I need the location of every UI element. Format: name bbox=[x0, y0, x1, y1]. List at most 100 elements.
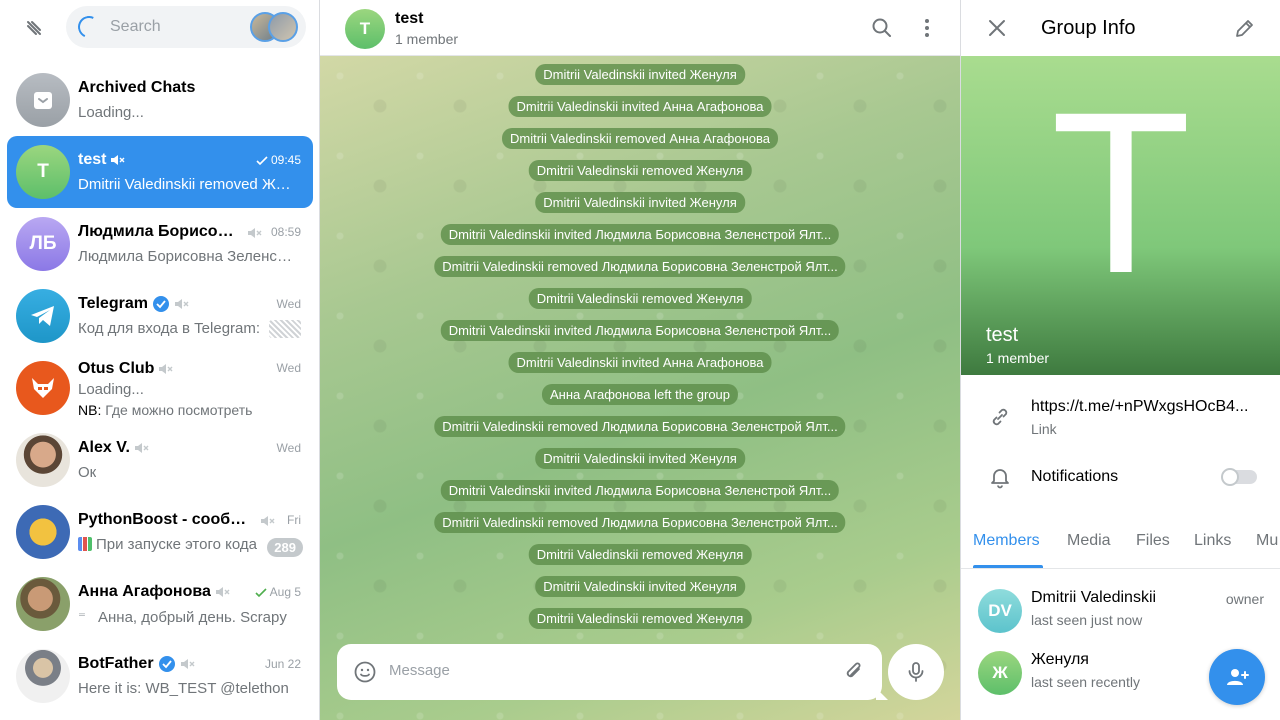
search-placeholder: Search bbox=[110, 18, 161, 35]
chart-emoji-icon bbox=[78, 537, 92, 551]
chat-item-otus-club[interactable]: Otus Club Wed Loading... NB: Где можно п… bbox=[7, 352, 313, 424]
chat-preview: ⁼ Анна, добрый день. Scrapy bbox=[78, 608, 287, 626]
avatar bbox=[16, 433, 70, 487]
service-message: Dmitrii Valedinskii invited Женуля bbox=[535, 192, 745, 213]
member-row[interactable]: DV Dmitrii Valedinskii last seen just no… bbox=[961, 583, 1280, 643]
chat-item-botfather[interactable]: BotFather Jun 22 Here it is: WB_TEST @te… bbox=[7, 640, 313, 712]
spoiler-blur bbox=[269, 320, 301, 338]
member-status: last seen just now bbox=[1031, 612, 1143, 628]
file-emoji-icon: ⁼ bbox=[78, 609, 86, 626]
search-icon[interactable] bbox=[870, 16, 894, 40]
group-avatar-hero[interactable]: T test 1 member bbox=[961, 56, 1280, 375]
service-message: Dmitrii Valedinskii removed Женуля bbox=[528, 160, 752, 181]
service-message: Dmitrii Valedinskii removed Людмила Бори… bbox=[434, 416, 846, 437]
service-message: Dmitrii Valedinskii removed Женуля bbox=[528, 544, 752, 565]
chat-item-archived[interactable]: Archived Chats Loading... bbox=[7, 64, 313, 136]
mute-icon bbox=[248, 228, 262, 238]
mute-icon bbox=[174, 299, 189, 309]
notifications-toggle[interactable] bbox=[1221, 468, 1257, 486]
verified-icon bbox=[158, 656, 175, 672]
chat-preview: Людмила Борисовна Зеленстрой Ялтинская bbox=[78, 248, 296, 265]
preview-text: Где можно посмотреть bbox=[101, 402, 253, 418]
chat-time: Wed bbox=[276, 297, 301, 311]
member-name: Женуля bbox=[1031, 651, 1089, 668]
chat-title-text: Otus Club bbox=[78, 360, 155, 377]
service-message: Dmitrii Valedinskii removed Людмила Бори… bbox=[434, 512, 846, 533]
group-link[interactable]: https://t.me/+nPWxgsHOcB4... bbox=[1031, 398, 1248, 416]
avatar bbox=[268, 12, 298, 42]
message-input[interactable]: Message bbox=[389, 662, 450, 679]
group-link-row[interactable]: https://t.me/+nPWxgsHOcB4... Link bbox=[961, 389, 1280, 445]
more-icon[interactable] bbox=[915, 16, 939, 40]
chat-title: test bbox=[78, 151, 126, 169]
avatar-initials: DV bbox=[988, 601, 1012, 620]
service-message: Dmitrii Valedinskii invited Людмила Бори… bbox=[440, 320, 840, 341]
chat-time: Wed bbox=[276, 361, 301, 375]
search-input[interactable]: Search bbox=[66, 6, 306, 48]
group-info-panel: Group Info T test 1 member https://t.me/… bbox=[960, 0, 1280, 720]
avatar bbox=[16, 361, 70, 415]
avatar[interactable]: T bbox=[345, 9, 385, 49]
service-message: Dmitrii Valedinskii invited Женуля bbox=[535, 576, 745, 597]
service-message: Dmitrii Valedinskii removed Женуля bbox=[528, 608, 752, 629]
chat-title: BotFather bbox=[78, 655, 196, 673]
mute-icon bbox=[180, 659, 195, 669]
tab-music[interactable]: Mu bbox=[1256, 532, 1278, 550]
member-status: last seen recently bbox=[1031, 674, 1140, 690]
tab-links[interactable]: Links bbox=[1194, 532, 1231, 550]
chat-item-anna[interactable]: Анна Агафонова Aug 5 ⁼ Анна, добрый день.… bbox=[7, 568, 313, 640]
tab-members[interactable]: Members bbox=[973, 532, 1040, 550]
chat-item-pythonboost[interactable]: PythonBoost - сообщество Fri При запуске… bbox=[7, 496, 313, 568]
attach-icon[interactable] bbox=[842, 660, 866, 684]
avatar-letter: T bbox=[37, 161, 49, 182]
service-message: Dmitrii Valedinskii invited Людмила Бори… bbox=[440, 224, 840, 245]
voice-record-button[interactable] bbox=[888, 644, 944, 700]
link-label: Link bbox=[1031, 421, 1057, 437]
group-member-count: 1 member bbox=[986, 350, 1050, 366]
avatar bbox=[16, 649, 70, 703]
preview-text: Анна, добрый день. Scrapy bbox=[98, 609, 287, 626]
chat-time: Wed bbox=[276, 441, 301, 455]
edit-icon[interactable] bbox=[1233, 16, 1257, 40]
service-message: Анна Агафонова left the group bbox=[541, 384, 739, 405]
account-avatars[interactable] bbox=[250, 12, 300, 42]
emoji-icon[interactable] bbox=[353, 660, 377, 684]
service-message: Dmitrii Valedinskii invited Женуля bbox=[535, 64, 745, 85]
avatar bbox=[16, 577, 70, 631]
notifications-row[interactable]: Notifications bbox=[961, 449, 1280, 505]
chat-title-text: test bbox=[78, 151, 107, 168]
chat-header[interactable]: T test 1 member bbox=[320, 0, 960, 56]
sidebar: Search Archived Chats Loading... T test … bbox=[0, 0, 320, 720]
group-name: test bbox=[986, 324, 1019, 346]
link-icon bbox=[992, 408, 1008, 426]
archive-avatar bbox=[16, 73, 70, 127]
tab-media[interactable]: Media bbox=[1067, 532, 1111, 550]
chat-preview: При запуске этого кода bbox=[78, 536, 257, 553]
mute-icon bbox=[261, 516, 275, 526]
add-member-button[interactable] bbox=[1209, 649, 1265, 705]
avatar bbox=[16, 289, 70, 343]
chat-panel: T test 1 member Dmitrii Valedinskii invi… bbox=[320, 0, 960, 720]
chat-preview: Loading... bbox=[78, 381, 144, 398]
service-message: Dmitrii Valedinskii invited Анна Агафоно… bbox=[508, 96, 772, 117]
avatar: DV bbox=[978, 589, 1022, 633]
service-message: Dmitrii Valedinskii invited Анна Агафоно… bbox=[508, 352, 772, 373]
unread-badge: 289 bbox=[267, 538, 303, 557]
telegram-logo-icon bbox=[31, 306, 54, 326]
check-icon bbox=[256, 156, 268, 165]
otus-logo-icon bbox=[32, 378, 54, 398]
mic-icon bbox=[908, 662, 924, 682]
chat-title-text: Alex V. bbox=[78, 439, 130, 456]
chat-item-test[interactable]: T test 09:45 Dmitrii Valedinskii removed… bbox=[7, 136, 313, 208]
chat-item-alex-v[interactable]: Alex V. Wed Ок bbox=[7, 424, 313, 496]
chat-time: 09:45 bbox=[256, 153, 301, 167]
avatar bbox=[16, 505, 70, 559]
close-icon[interactable] bbox=[985, 16, 1009, 40]
menu-button[interactable] bbox=[18, 12, 50, 44]
chat-item-lyudmila[interactable]: ЛБ Людмила Борисовна Зеленстрой Ялтинска… bbox=[7, 208, 313, 280]
chat-item-telegram[interactable]: Telegram Wed Код для входа в Telegram: bbox=[7, 280, 313, 352]
tab-files[interactable]: Files bbox=[1136, 532, 1170, 550]
chat-preview: Here it is: WB_TEST @telethon bbox=[78, 680, 289, 697]
mute-icon bbox=[111, 154, 125, 165]
chat-title: Otus Club bbox=[78, 360, 174, 378]
